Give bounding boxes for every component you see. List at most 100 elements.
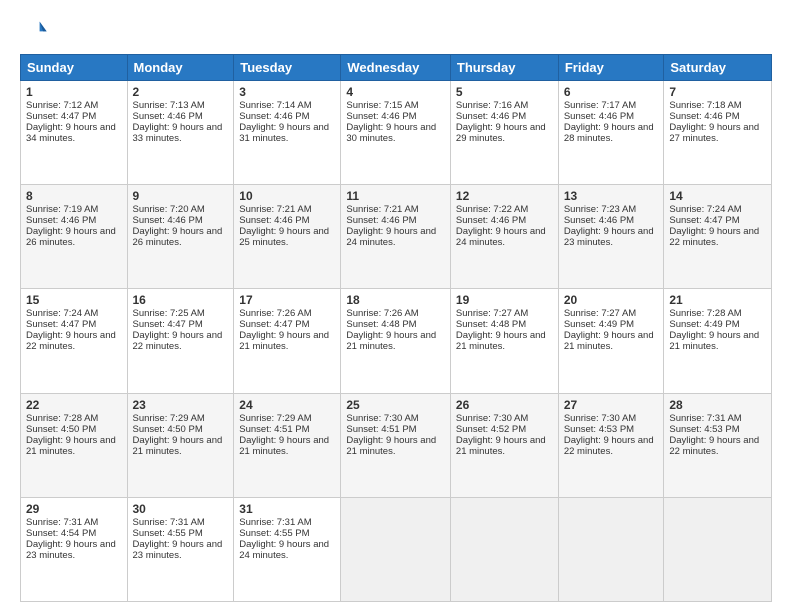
day-number: 8 xyxy=(26,189,122,203)
calendar-cell: 31Sunrise: 7:31 AMSunset: 4:55 PMDayligh… xyxy=(234,497,341,601)
sunrise-text: Sunrise: 7:31 AM xyxy=(669,413,741,424)
calendar-cell: 29Sunrise: 7:31 AMSunset: 4:54 PMDayligh… xyxy=(21,497,128,601)
day-number: 23 xyxy=(133,398,229,412)
day-number: 12 xyxy=(456,189,553,203)
sunset-text: Sunset: 4:55 PM xyxy=(239,528,309,539)
day-number: 1 xyxy=(26,85,122,99)
daylight-text: Daylight: 9 hours and 21 minutes. xyxy=(456,330,546,352)
calendar-cell: 4Sunrise: 7:15 AMSunset: 4:46 PMDaylight… xyxy=(341,81,451,185)
calendar-cell xyxy=(664,497,772,601)
day-number: 30 xyxy=(133,502,229,516)
calendar-cell: 7Sunrise: 7:18 AMSunset: 4:46 PMDaylight… xyxy=(664,81,772,185)
sunset-text: Sunset: 4:49 PM xyxy=(669,319,739,330)
sunrise-text: Sunrise: 7:28 AM xyxy=(669,308,741,319)
daylight-text: Daylight: 9 hours and 23 minutes. xyxy=(133,539,223,561)
day-number: 31 xyxy=(239,502,335,516)
sunrise-text: Sunrise: 7:29 AM xyxy=(133,413,205,424)
daylight-text: Daylight: 9 hours and 21 minutes. xyxy=(346,435,436,457)
daylight-text: Daylight: 9 hours and 21 minutes. xyxy=(133,435,223,457)
sunrise-text: Sunrise: 7:27 AM xyxy=(456,308,528,319)
daylight-text: Daylight: 9 hours and 24 minutes. xyxy=(456,226,546,248)
sunrise-text: Sunrise: 7:31 AM xyxy=(239,517,311,528)
sunrise-text: Sunrise: 7:30 AM xyxy=(456,413,528,424)
sunset-text: Sunset: 4:47 PM xyxy=(133,319,203,330)
day-number: 28 xyxy=(669,398,766,412)
sunset-text: Sunset: 4:51 PM xyxy=(346,424,416,435)
calendar-cell: 25Sunrise: 7:30 AMSunset: 4:51 PMDayligh… xyxy=(341,393,451,497)
calendar-cell xyxy=(341,497,451,601)
sunrise-text: Sunrise: 7:24 AM xyxy=(669,204,741,215)
calendar-cell: 6Sunrise: 7:17 AMSunset: 4:46 PMDaylight… xyxy=(558,81,664,185)
calendar-table: SundayMondayTuesdayWednesdayThursdayFrid… xyxy=(20,54,772,602)
day-number: 11 xyxy=(346,189,445,203)
sunrise-text: Sunrise: 7:28 AM xyxy=(26,413,98,424)
calendar-cell xyxy=(450,497,558,601)
daylight-text: Daylight: 9 hours and 33 minutes. xyxy=(133,122,223,144)
sunset-text: Sunset: 4:46 PM xyxy=(26,215,96,226)
day-number: 10 xyxy=(239,189,335,203)
daylight-text: Daylight: 9 hours and 34 minutes. xyxy=(26,122,116,144)
daylight-text: Daylight: 9 hours and 26 minutes. xyxy=(133,226,223,248)
sunrise-text: Sunrise: 7:30 AM xyxy=(564,413,636,424)
daylight-text: Daylight: 9 hours and 21 minutes. xyxy=(456,435,546,457)
daylight-text: Daylight: 9 hours and 21 minutes. xyxy=(346,330,436,352)
daylight-text: Daylight: 9 hours and 22 minutes. xyxy=(669,226,759,248)
sunrise-text: Sunrise: 7:15 AM xyxy=(346,100,418,111)
sunrise-text: Sunrise: 7:31 AM xyxy=(133,517,205,528)
daylight-text: Daylight: 9 hours and 22 minutes. xyxy=(133,330,223,352)
sunset-text: Sunset: 4:52 PM xyxy=(456,424,526,435)
calendar-cell: 13Sunrise: 7:23 AMSunset: 4:46 PMDayligh… xyxy=(558,185,664,289)
daylight-text: Daylight: 9 hours and 30 minutes. xyxy=(346,122,436,144)
sunrise-text: Sunrise: 7:27 AM xyxy=(564,308,636,319)
sunrise-text: Sunrise: 7:16 AM xyxy=(456,100,528,111)
col-header-saturday: Saturday xyxy=(664,55,772,81)
sunset-text: Sunset: 4:49 PM xyxy=(564,319,634,330)
calendar-cell: 15Sunrise: 7:24 AMSunset: 4:47 PMDayligh… xyxy=(21,289,128,393)
calendar-cell: 23Sunrise: 7:29 AMSunset: 4:50 PMDayligh… xyxy=(127,393,234,497)
day-number: 27 xyxy=(564,398,659,412)
col-header-sunday: Sunday xyxy=(21,55,128,81)
week-row-5: 29Sunrise: 7:31 AMSunset: 4:54 PMDayligh… xyxy=(21,497,772,601)
sunrise-text: Sunrise: 7:21 AM xyxy=(346,204,418,215)
daylight-text: Daylight: 9 hours and 21 minutes. xyxy=(239,330,329,352)
week-row-4: 22Sunrise: 7:28 AMSunset: 4:50 PMDayligh… xyxy=(21,393,772,497)
sunset-text: Sunset: 4:47 PM xyxy=(26,111,96,122)
calendar-cell: 27Sunrise: 7:30 AMSunset: 4:53 PMDayligh… xyxy=(558,393,664,497)
sunset-text: Sunset: 4:47 PM xyxy=(669,215,739,226)
week-row-1: 1Sunrise: 7:12 AMSunset: 4:47 PMDaylight… xyxy=(21,81,772,185)
day-number: 22 xyxy=(26,398,122,412)
logo xyxy=(20,16,52,44)
daylight-text: Daylight: 9 hours and 28 minutes. xyxy=(564,122,654,144)
calendar-cell: 18Sunrise: 7:26 AMSunset: 4:48 PMDayligh… xyxy=(341,289,451,393)
calendar-cell: 5Sunrise: 7:16 AMSunset: 4:46 PMDaylight… xyxy=(450,81,558,185)
day-number: 13 xyxy=(564,189,659,203)
page: SundayMondayTuesdayWednesdayThursdayFrid… xyxy=(0,0,792,612)
day-number: 14 xyxy=(669,189,766,203)
header xyxy=(20,16,772,44)
sunrise-text: Sunrise: 7:13 AM xyxy=(133,100,205,111)
calendar-cell: 26Sunrise: 7:30 AMSunset: 4:52 PMDayligh… xyxy=(450,393,558,497)
calendar-cell xyxy=(558,497,664,601)
calendar-cell: 12Sunrise: 7:22 AMSunset: 4:46 PMDayligh… xyxy=(450,185,558,289)
sunset-text: Sunset: 4:53 PM xyxy=(564,424,634,435)
daylight-text: Daylight: 9 hours and 24 minutes. xyxy=(239,539,329,561)
calendar-cell: 20Sunrise: 7:27 AMSunset: 4:49 PMDayligh… xyxy=(558,289,664,393)
day-number: 4 xyxy=(346,85,445,99)
sunset-text: Sunset: 4:46 PM xyxy=(133,215,203,226)
sunrise-text: Sunrise: 7:24 AM xyxy=(26,308,98,319)
sunrise-text: Sunrise: 7:29 AM xyxy=(239,413,311,424)
calendar-cell: 1Sunrise: 7:12 AMSunset: 4:47 PMDaylight… xyxy=(21,81,128,185)
sunset-text: Sunset: 4:50 PM xyxy=(133,424,203,435)
sunset-text: Sunset: 4:51 PM xyxy=(239,424,309,435)
calendar-cell: 24Sunrise: 7:29 AMSunset: 4:51 PMDayligh… xyxy=(234,393,341,497)
sunset-text: Sunset: 4:50 PM xyxy=(26,424,96,435)
day-number: 15 xyxy=(26,293,122,307)
sunrise-text: Sunrise: 7:30 AM xyxy=(346,413,418,424)
daylight-text: Daylight: 9 hours and 27 minutes. xyxy=(669,122,759,144)
sunrise-text: Sunrise: 7:31 AM xyxy=(26,517,98,528)
daylight-text: Daylight: 9 hours and 22 minutes. xyxy=(26,330,116,352)
calendar-cell: 19Sunrise: 7:27 AMSunset: 4:48 PMDayligh… xyxy=(450,289,558,393)
sunset-text: Sunset: 4:47 PM xyxy=(26,319,96,330)
daylight-text: Daylight: 9 hours and 26 minutes. xyxy=(26,226,116,248)
week-row-3: 15Sunrise: 7:24 AMSunset: 4:47 PMDayligh… xyxy=(21,289,772,393)
